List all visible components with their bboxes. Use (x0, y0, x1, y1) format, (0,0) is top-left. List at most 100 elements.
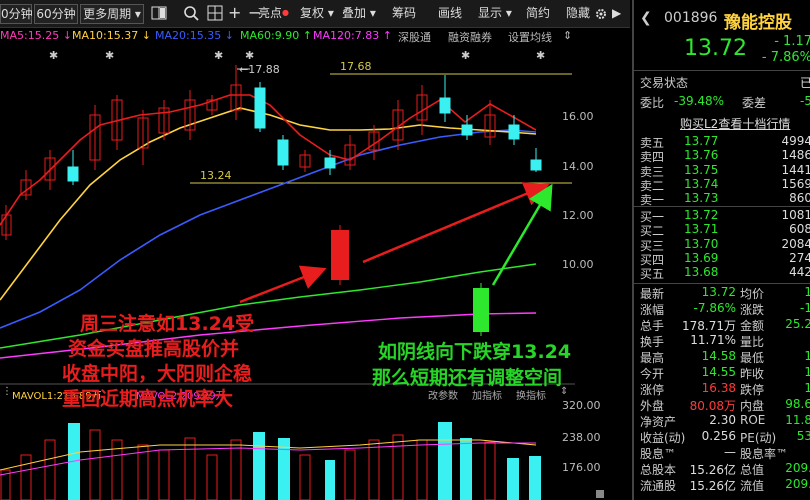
annotation-green-line-1: 如阴线向下跌穿13.24 (378, 341, 572, 363)
stat-label: 股息率™ (740, 447, 789, 461)
ask-volume: 1441 (781, 162, 810, 177)
stat-label: 内盘 (740, 399, 765, 413)
red-arrow-left (239, 265, 327, 304)
volume-tick: 320.00 (562, 399, 601, 412)
volume-settings-icon[interactable]: ⋮ (2, 386, 12, 397)
stat-value: 14.58 (701, 349, 736, 363)
stat-value: 15.26亿 (689, 463, 736, 477)
stat-label: 金额 (740, 319, 765, 333)
ma20-line (0, 129, 537, 329)
price-label-13-24: 13.24 (200, 169, 232, 182)
last-price: 13.72 (684, 36, 747, 61)
ask-price[interactable]: 13.77 (684, 134, 718, 148)
stat-value: 1 (804, 365, 810, 379)
stat-label: 跌停 (740, 383, 765, 397)
level2-link[interactable]: 购买L2查看十档行情 (680, 115, 790, 132)
bid-volume: 1081 (781, 208, 810, 222)
stat-value: 0.256 (701, 429, 736, 443)
stat-label: 总手 (640, 319, 665, 333)
annotation-red-line-4: 重回近期高点机率大 (62, 388, 234, 410)
stat-label: 量比 (740, 335, 765, 349)
stock-code: 001896 (664, 10, 718, 26)
stat-value: 1 (804, 285, 810, 299)
event-marker[interactable]: ✱ (105, 49, 114, 62)
bid-volume: 442 (789, 265, 810, 280)
ask-price[interactable]: 13.73 (684, 191, 718, 205)
divider (634, 283, 810, 284)
back-arrow-icon[interactable]: ❮ (640, 10, 652, 26)
candlestick-chart[interactable]: ✱ ✱ ✱ ✱ ✱ ✱ 17.68 13.24 ←17.88 (0, 0, 632, 500)
stat-label: 流通股 (640, 479, 677, 493)
annotation-green-line-2: 那么短期还有调整空间 (372, 367, 563, 389)
price-label-17-88: ←17.88 (239, 63, 280, 76)
stat-value: 209. (785, 477, 810, 491)
trade-status-value: 已 (799, 76, 810, 90)
weicha-label: 委差 (742, 96, 767, 110)
price-label-17-88-value: 17.88 (248, 63, 280, 76)
stat-label: 总值 (740, 463, 765, 477)
bid-price[interactable]: 13.72 (684, 208, 718, 222)
stat-label: 流值 (740, 479, 765, 493)
stat-value: 25.2 (785, 317, 810, 331)
stat-label: 换手 (640, 335, 665, 349)
event-marker[interactable]: ✱ (461, 49, 470, 62)
stat-value: 2.30 (709, 413, 736, 427)
event-marker[interactable]: ✱ (536, 49, 545, 62)
ask-price[interactable]: 13.74 (684, 177, 718, 191)
stat-value: 11.8 (785, 413, 810, 427)
stat-value: 80.08万 (689, 399, 736, 413)
price-change-pct: - 7.86% (761, 50, 810, 65)
example-big-red-candle (331, 230, 349, 280)
quote-panel: ❮ 001896 豫能控股 13.72 - 1.17 - 7.86% 交易状态 … (632, 0, 810, 500)
stat-value: 178.71万 (682, 319, 736, 333)
stat-label: 总股本 (640, 463, 677, 477)
price-tick: 16.00 (562, 110, 594, 123)
price-tick: 14.00 (562, 160, 594, 173)
weicha-value: -5 (800, 94, 810, 108)
event-marker[interactable]: ✱ (245, 49, 254, 62)
stat-value: 13.72 (701, 285, 736, 299)
ask-volume: 1486 (781, 148, 810, 163)
stat-value: -1 (800, 301, 810, 315)
annotation-red-line-3: 收盘中阳，大阳则企稳 (62, 363, 253, 385)
price-tick: 12.00 (562, 209, 594, 222)
bid-level-label: 买五 (640, 267, 665, 282)
stat-label: 均价 (740, 287, 765, 301)
mavol1-line (0, 439, 537, 471)
stat-value: 1 (804, 349, 810, 363)
stat-value: 98.6 (785, 397, 810, 411)
stat-label: 最新 (640, 287, 665, 301)
bid-price[interactable]: 13.70 (684, 237, 718, 251)
event-marker[interactable]: ✱ (49, 49, 58, 62)
price-label-17-68: 17.68 (340, 60, 372, 73)
volume-bars (0, 422, 541, 500)
bid-volume: 274 (789, 250, 810, 265)
stat-value: 53 (796, 429, 810, 443)
bid-volume: 2084 (781, 236, 810, 251)
bid-price[interactable]: 13.71 (684, 222, 718, 236)
stat-label: 最高 (640, 351, 665, 365)
weibi-value: -39.48% (674, 94, 725, 108)
event-marker[interactable]: ✱ (214, 49, 223, 62)
stat-label: 涨停 (640, 383, 665, 397)
mavol2-line (0, 442, 536, 476)
bid-price[interactable]: 13.68 (684, 265, 718, 279)
example-big-green-candle (473, 288, 489, 332)
weibi-label: 委比 (640, 96, 665, 110)
ask-volume: 1569 (781, 176, 810, 191)
stat-label: 今开 (640, 367, 665, 381)
stat-value: 1 (804, 381, 810, 395)
stat-label: 涨幅 (640, 303, 665, 317)
stock-name: 豫能控股 (724, 13, 792, 33)
corner-resize-handle[interactable] (596, 490, 604, 498)
stat-label: 昨收 (740, 367, 765, 381)
bid-price[interactable]: 13.69 (684, 251, 718, 265)
stat-label: 股息™ (640, 447, 677, 461)
green-arrow (491, 183, 553, 286)
red-arrow-right (362, 182, 550, 264)
ma10-line (0, 107, 537, 301)
stat-label: PE(动) (740, 431, 777, 445)
ask-price[interactable]: 13.76 (684, 148, 718, 162)
stat-value: 11.71% (690, 333, 736, 347)
ask-price[interactable]: 13.75 (684, 163, 718, 177)
